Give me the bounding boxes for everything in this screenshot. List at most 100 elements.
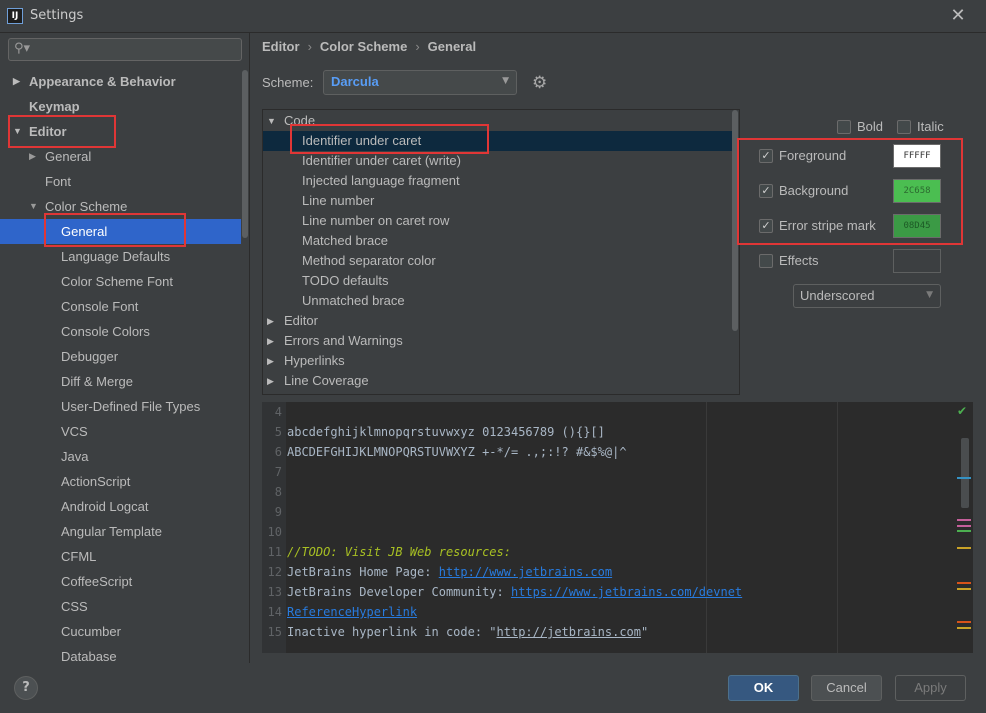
sidebar-scrollbar[interactable] [242, 70, 248, 238]
scheme-dropdown[interactable]: Darcula ▼ [323, 70, 517, 95]
attribute-item[interactable]: Line number [263, 191, 733, 211]
attribute-label: Errors and Warnings [284, 333, 403, 348]
bold-checkbox[interactable] [837, 120, 851, 134]
code-hyperlink: http://jetbrains.com [496, 625, 642, 639]
help-button[interactable]: ? [14, 676, 38, 700]
effects-label: Effects [779, 253, 819, 268]
code-hyperlink[interactable]: http://www.jetbrains.com [439, 565, 612, 579]
check-icon: ✔ [957, 404, 968, 418]
line-number: 15 [267, 625, 282, 639]
error-stripe-mark [957, 519, 971, 521]
code-token: abcdefghijklmnopqrstuvwxyz 0123456789 ()… [287, 425, 605, 439]
line-number: 5 [274, 425, 282, 439]
sidebar-item-label: Angular Template [61, 524, 162, 539]
attribute-group[interactable]: ▶ Errors and Warnings [263, 331, 733, 351]
error-stripe-mark [957, 582, 971, 584]
sidebar-item-label: Color Scheme Font [61, 274, 173, 289]
code-token: JetBrains Home Page: [287, 565, 439, 579]
chevron-down-icon: ▼ [502, 76, 509, 86]
sidebar-item-label: Keymap [29, 99, 80, 114]
sidebar-item-label: Debugger [61, 349, 119, 364]
chevron-right-icon[interactable]: ▶ [267, 351, 274, 371]
breadcrumb-editor[interactable]: Editor [262, 39, 300, 54]
ok-button[interactable]: OK [728, 675, 799, 701]
search-input[interactable]: ⚲▾ [8, 38, 242, 61]
sidebar-item[interactable]: User-Defined File Types [61, 394, 200, 419]
chevron-right-icon[interactable]: ▶ [267, 371, 274, 391]
attribute-item[interactable]: Matched brace [263, 231, 733, 251]
attribute-item[interactable]: Injected language fragment [263, 171, 733, 191]
code-token: // [287, 545, 302, 559]
code-token: Inactive hyperlink in code: " [287, 625, 497, 639]
sidebar-item-label: Diff & Merge [61, 374, 134, 389]
line-number: 9 [274, 505, 282, 519]
scheme-label: Scheme: [262, 75, 314, 90]
breadcrumb-color-scheme[interactable]: Color Scheme [320, 39, 407, 54]
apply-button[interactable]: Apply [895, 675, 966, 701]
attribute-item[interactable]: Unmatched brace [263, 291, 733, 311]
sidebar-item[interactable]: Android Logcat [61, 494, 148, 519]
sidebar-item[interactable]: Console Font [61, 294, 138, 319]
sidebar-item-label: Console Font [61, 299, 139, 314]
attribute-label: Hyperlinks [284, 353, 345, 368]
sidebar-item[interactable]: Console Colors [61, 319, 150, 344]
italic-checkbox[interactable] [897, 120, 911, 134]
close-icon[interactable]: ✕ [948, 5, 968, 27]
title-bar: IJ Settings ✕ [0, 0, 986, 33]
chevron-down-icon[interactable]: ▼ [267, 111, 276, 131]
scheme-value: Darcula [331, 74, 379, 89]
sidebar-item-label: Cucumber [61, 624, 121, 639]
code-hyperlink[interactable]: https://www.jetbrains.com/devnet [511, 585, 742, 599]
attribute-item[interactable]: Line number on caret row [263, 211, 733, 231]
attribute-item[interactable]: TODO defaults [263, 271, 733, 291]
sidebar-item[interactable]: VCS [61, 419, 88, 444]
code-token: " [641, 625, 649, 639]
code-line: //TODO: Visit JB Web resources: [287, 542, 511, 562]
attribute-group[interactable]: ▶ Editor [263, 311, 733, 331]
sidebar-item[interactable]: Color Scheme Font [61, 269, 173, 294]
attribute-group[interactable]: ▶ Line Coverage [263, 371, 733, 391]
breadcrumb-separator: › [415, 39, 420, 54]
chevron-down-icon[interactable]: ▼ [29, 194, 38, 219]
sidebar-item[interactable]: ▶ Appearance & Behavior [13, 69, 176, 94]
effects-color-swatch[interactable] [893, 249, 941, 273]
effects-checkbox[interactable] [759, 254, 773, 268]
line-number: 14 [267, 605, 282, 619]
sidebar-item-label: Console Colors [61, 324, 150, 339]
sidebar-item[interactable]: Debugger [61, 344, 118, 369]
line-number: 12 [267, 565, 282, 579]
gear-icon[interactable]: ⚙ [532, 73, 547, 93]
sidebar-item[interactable]: ActionScript [61, 469, 130, 494]
sidebar-item[interactable]: CSS [61, 594, 88, 619]
attribute-item[interactable]: Method separator color [263, 251, 733, 271]
sidebar-item[interactable]: Angular Template [61, 519, 162, 544]
chevron-right-icon[interactable]: ▶ [13, 69, 20, 94]
sidebar-item-label: General [45, 149, 92, 164]
error-stripe-mark [957, 477, 971, 479]
chevron-right-icon[interactable]: ▶ [267, 311, 274, 331]
sidebar-item[interactable]: Database [61, 644, 117, 663]
preview-editor[interactable]: 4 5 abcdefghijklmnopqrstuvwxyz 0123456789 … [262, 402, 973, 653]
sidebar-item[interactable]: Diff & Merge [61, 369, 133, 394]
window-title: Settings [30, 8, 84, 23]
line-number: 8 [274, 485, 282, 499]
attribute-group[interactable]: ▶ Hyperlinks [263, 351, 733, 371]
code-token: JetBrains Developer Community: [287, 585, 511, 599]
sidebar-item[interactable]: Font [45, 169, 71, 194]
line-number: 6 [274, 445, 282, 459]
code-hyperlink[interactable]: ReferenceHyperlink [287, 605, 417, 619]
code-line: ABCDEFGHIJKLMNOPQRSTUVWXYZ +-*/= .,;:!? … [287, 442, 627, 462]
chevron-right-icon[interactable]: ▶ [267, 331, 274, 351]
sidebar-item[interactable]: Language Defaults [61, 244, 170, 269]
sidebar-item[interactable]: CoffeeScript [61, 569, 132, 594]
code-line: ReferenceHyperlink [287, 602, 417, 622]
sidebar-item-label: ActionScript [61, 474, 131, 489]
sidebar-item[interactable]: Java [61, 444, 88, 469]
effects-style-dropdown[interactable]: Underscored ▼ [793, 284, 941, 308]
preview-scrollbar[interactable] [961, 438, 969, 508]
code-token: ABCDEFGHIJKLMNOPQRSTUVWXYZ +-*/= .,;:!? … [287, 445, 627, 459]
attribute-item[interactable]: Identifier under caret (write) [263, 151, 733, 171]
cancel-button[interactable]: Cancel [811, 675, 882, 701]
sidebar-item[interactable]: Cucumber [61, 619, 121, 644]
sidebar-item[interactable]: CFML [61, 544, 96, 569]
